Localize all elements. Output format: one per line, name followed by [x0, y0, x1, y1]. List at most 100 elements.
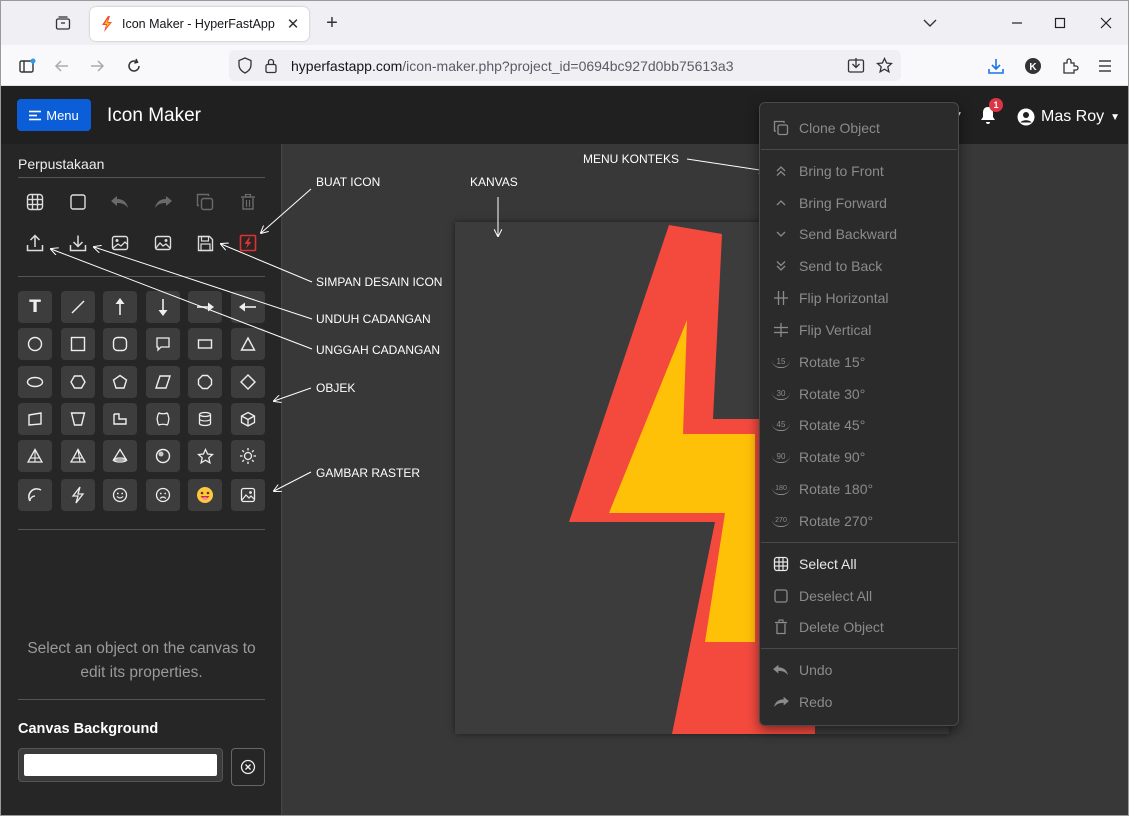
notifications-button[interactable]: 1: [979, 98, 1003, 126]
cube-tool[interactable]: [231, 403, 265, 435]
ctx-label: Rotate 270°: [799, 513, 874, 529]
cone-tool[interactable]: [103, 440, 137, 472]
clear-background-button[interactable]: [231, 748, 265, 786]
octagon-tool[interactable]: [188, 366, 222, 398]
rotate-270-icon: 270: [772, 515, 790, 527]
navigation-bar: hyperfastapp.com/icon-maker.php?project_…: [1, 45, 1128, 86]
minimize-button[interactable]: [1005, 11, 1029, 35]
tab-list-button[interactable]: [51, 11, 75, 35]
rounded-rect-tool[interactable]: [103, 328, 137, 360]
ctx-flip-vertical[interactable]: Flip Vertical: [760, 316, 958, 344]
ctx-undo[interactable]: Undo: [760, 656, 958, 684]
save-design-button[interactable]: [188, 227, 222, 259]
flag-shape-tool[interactable]: [18, 403, 52, 435]
ctx-bring-to-front[interactable]: Bring to Front: [760, 157, 958, 185]
select-all-button[interactable]: [18, 186, 52, 218]
rotate-15-icon: 15: [772, 356, 790, 368]
canvas-background-color-input[interactable]: [18, 748, 223, 782]
arrow-left-icon: [239, 302, 256, 312]
deselect-button[interactable]: [61, 186, 95, 218]
new-tab-button[interactable]: +: [321, 12, 343, 34]
arrow-right-tool[interactable]: [188, 291, 222, 323]
raster-image-tool[interactable]: [231, 479, 265, 511]
pyramid-side-tool[interactable]: [61, 440, 95, 472]
browser-tab[interactable]: Icon Maker - HyperFastApp ✕: [90, 7, 309, 41]
ctx-clone-object[interactable]: Clone Object: [760, 114, 958, 142]
arrow-left-tool[interactable]: [231, 291, 265, 323]
sidebar-icon: [19, 58, 36, 73]
wide-rect-tool[interactable]: [188, 328, 222, 360]
svg-text:K: K: [1029, 62, 1037, 73]
maximize-button[interactable]: [1048, 11, 1072, 35]
install-page-icon[interactable]: [847, 57, 865, 74]
ctx-rotate-270[interactable]: 270 Rotate 270°: [760, 507, 958, 535]
bookmark-star-icon[interactable]: [876, 57, 893, 74]
account-button[interactable]: K: [1020, 53, 1046, 79]
close-window-button[interactable]: [1094, 11, 1118, 35]
close-tab-icon[interactable]: ✕: [285, 16, 301, 33]
user-menu[interactable]: Mas Roy ▼: [1017, 106, 1120, 128]
ellipse-tool[interactable]: [18, 366, 52, 398]
list-all-tabs-button[interactable]: [919, 13, 941, 33]
hexagon-tool[interactable]: [61, 366, 95, 398]
url-bar[interactable]: hyperfastapp.com/icon-maker.php?project_…: [229, 50, 901, 81]
diamond-tool[interactable]: [231, 366, 265, 398]
parallelogram-tool[interactable]: [146, 366, 180, 398]
emoji-tool[interactable]: [188, 479, 222, 511]
downloads-button[interactable]: [983, 53, 1009, 79]
pentagon-tool[interactable]: [103, 366, 137, 398]
download-icon: [69, 235, 87, 252]
ctx-select-all[interactable]: Select All: [760, 550, 958, 578]
line-tool[interactable]: [61, 291, 95, 323]
upload-backup-button[interactable]: [18, 227, 52, 259]
ctx-bring-forward[interactable]: Bring Forward: [760, 189, 958, 217]
smile-face-tool[interactable]: [103, 479, 137, 511]
sad-face-tool[interactable]: [146, 479, 180, 511]
menu-button[interactable]: Menu: [17, 99, 91, 131]
create-icon-button[interactable]: [231, 227, 265, 259]
back-button[interactable]: [49, 53, 75, 79]
text-tool[interactable]: T: [18, 291, 52, 323]
undo-button[interactable]: [103, 186, 137, 218]
ctx-rotate-45[interactable]: 45 Rotate 45°: [760, 411, 958, 439]
reload-button[interactable]: [121, 53, 147, 79]
ctx-rotate-90[interactable]: 90 Rotate 90°: [760, 443, 958, 471]
sidebar-toggle-button[interactable]: [14, 53, 40, 79]
ctx-rotate-30[interactable]: 30 Rotate 30°: [760, 380, 958, 408]
redo-button[interactable]: [146, 186, 180, 218]
cylinder-tool[interactable]: [188, 403, 222, 435]
rectangle-tool[interactable]: [61, 328, 95, 360]
ctx-delete-object[interactable]: Delete Object: [760, 613, 958, 641]
arrow-up-tool[interactable]: [103, 291, 137, 323]
step-shape-tool[interactable]: [103, 403, 137, 435]
ctx-rotate-15[interactable]: 15 Rotate 15°: [760, 348, 958, 376]
user-avatar-icon: [1017, 108, 1035, 126]
export-png-button[interactable]: [146, 227, 180, 259]
pyramid-tool[interactable]: [18, 440, 52, 472]
download-backup-button[interactable]: [61, 227, 95, 259]
speech-bubble-tool[interactable]: [146, 328, 180, 360]
app-menu-button[interactable]: [1092, 53, 1118, 79]
ctx-redo[interactable]: Redo: [760, 688, 958, 716]
ctx-rotate-180[interactable]: 180 Rotate 180°: [760, 475, 958, 503]
trapezoid-tool[interactable]: [61, 403, 95, 435]
ctx-flip-horizontal[interactable]: Flip Horizontal: [760, 284, 958, 312]
arrow-down-tool[interactable]: [146, 291, 180, 323]
ctx-deselect-all[interactable]: Deselect All: [760, 582, 958, 610]
circle-tool[interactable]: [18, 328, 52, 360]
clone-button[interactable]: [188, 186, 222, 218]
triangle-tool[interactable]: [231, 328, 265, 360]
sphere-tool[interactable]: [146, 440, 180, 472]
star-tool[interactable]: [188, 440, 222, 472]
delete-button[interactable]: [231, 186, 265, 218]
lightning-tool[interactable]: [61, 479, 95, 511]
arc-tool[interactable]: [18, 479, 52, 511]
blob-shape-tool[interactable]: [146, 403, 180, 435]
rotate-180-icon: 180: [772, 483, 790, 495]
ctx-send-backward[interactable]: Send Backward: [760, 220, 958, 248]
export-image-button[interactable]: [103, 227, 137, 259]
extensions-button[interactable]: [1057, 53, 1083, 79]
sun-tool[interactable]: [231, 440, 265, 472]
forward-button[interactable]: [84, 53, 110, 79]
ctx-send-to-back[interactable]: Send to Back: [760, 252, 958, 280]
